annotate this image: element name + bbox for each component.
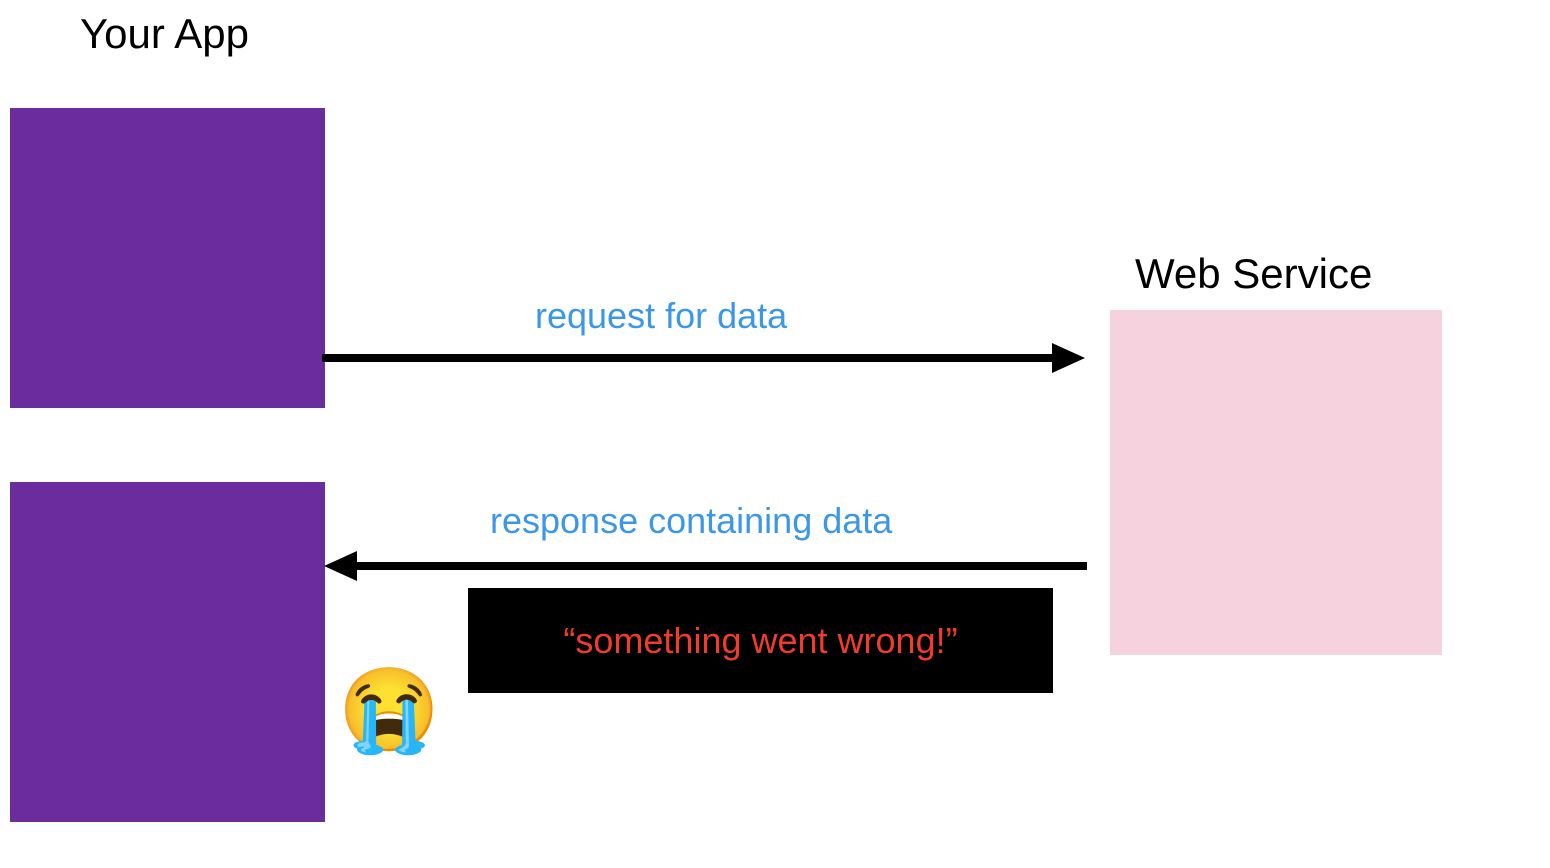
- response-label: response containing data: [490, 500, 892, 542]
- request-label: request for data: [535, 295, 787, 337]
- arrow-left-icon: [324, 551, 1087, 586]
- your-app-box-top: [10, 108, 325, 408]
- crying-face-icon: 😭: [338, 670, 440, 752]
- web-service-box: [1110, 310, 1442, 655]
- arrow-right-icon: [322, 343, 1085, 378]
- error-message-text: “something went wrong!”: [563, 620, 957, 662]
- your-app-label: Your App: [80, 10, 249, 58]
- error-message-box: “something went wrong!”: [468, 588, 1053, 693]
- web-service-label: Web Service: [1135, 250, 1372, 298]
- your-app-box-bottom: [10, 482, 325, 822]
